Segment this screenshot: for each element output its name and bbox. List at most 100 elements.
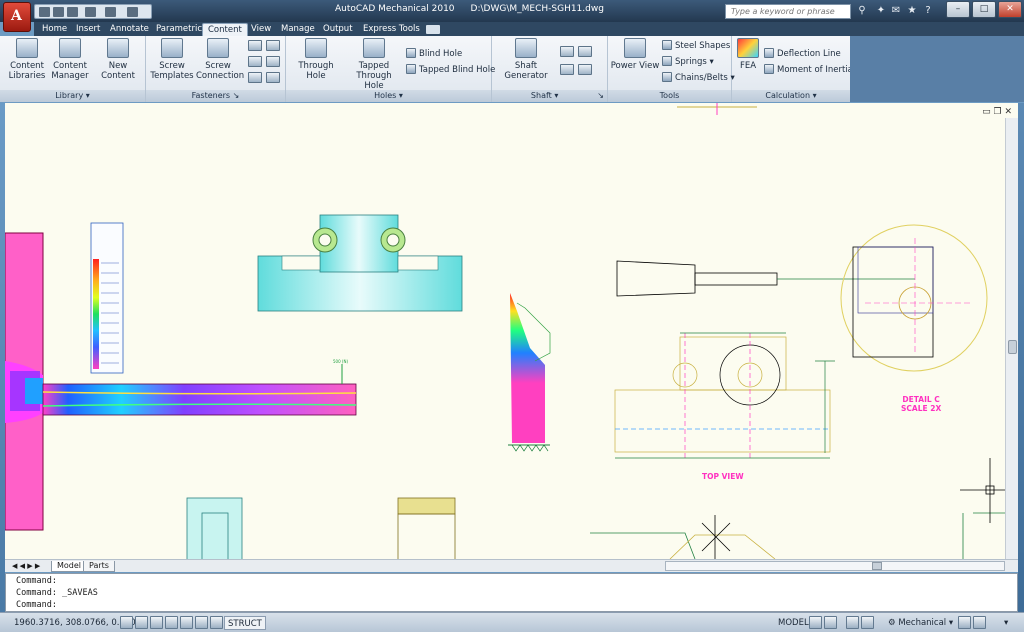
fea-button[interactable]: FEA [734,38,762,71]
content-manager-label: Content Manager [51,61,89,81]
horizontal-scroll-thumb[interactable] [872,562,882,570]
osnap-icon[interactable] [180,616,193,629]
screw-connection-button[interactable]: Screw Connection [196,38,245,81]
vertical-scroll-thumb[interactable] [1008,340,1017,354]
subscription-icon[interactable]: ✦ [875,4,887,17]
panel-title-fasteners[interactable]: Fasteners ↘ [146,90,285,102]
cyan-bracket-part [257,214,463,312]
panel-title-shaft[interactable]: Shaft ▾ ↘ [492,90,607,102]
tab-view[interactable]: View [246,23,276,36]
quick-access-toolbar[interactable] [34,4,152,19]
tab-manage[interactable]: Manage [276,23,320,36]
lineweight-icon[interactable] [210,616,223,629]
minimize-button[interactable]: – [946,1,970,18]
shaft-gear-icon[interactable] [560,46,574,57]
status-menu-arrow-icon[interactable]: ▾ [1004,616,1008,630]
grid-icon[interactable] [135,616,148,629]
nut-icon[interactable] [248,40,262,51]
viewport-close-icon[interactable]: ✕ [1004,107,1012,117]
status-bar: 1960.3716, 308.0766, 0.0000 STRUCT MODEL… [0,612,1024,632]
viewport-restore-icon[interactable]: ❐ [994,107,1002,117]
horizontal-scrollbar[interactable] [665,561,1005,571]
maximize-button[interactable]: □ [972,1,996,18]
close-button[interactable]: ✕ [998,1,1022,18]
shaft-bearing-icon[interactable] [578,46,592,57]
struct-toggle[interactable]: STRUCT [224,616,266,630]
springs-button[interactable]: Springs ▾ [662,56,714,68]
lock-icon[interactable] [958,616,971,629]
snap-icon[interactable] [120,616,133,629]
clean-screen-icon[interactable] [973,616,986,629]
otrack-icon[interactable] [195,616,208,629]
redo-icon[interactable] [105,7,116,17]
zoom-icon[interactable] [861,616,874,629]
binoculars-icon[interactable]: ⚲ [856,4,868,17]
panel-fasteners: Screw Templates Screw Connection Fastene… [146,36,286,102]
pin-icon[interactable] [266,56,280,67]
steel-shapes-label: Steel Shapes [675,41,731,51]
screw-templates-label: Screw Templates [150,61,194,81]
stud-icon[interactable] [266,72,280,83]
communication-icon[interactable]: ✉ [890,4,902,17]
washer-icon[interactable] [248,56,262,67]
calculation-title: Calculation [765,91,811,100]
command-line-window[interactable]: Command: Command: _SAVEAS Command: [5,573,1018,612]
blind-hole-button[interactable]: Blind Hole [406,48,462,60]
screw-templates-button[interactable]: Screw Templates [150,38,194,81]
tab-output[interactable]: Output [318,23,358,36]
panel-holes: Through Hole Tapped Through Hole Blind H… [286,36,495,102]
pan-icon[interactable] [846,616,859,629]
bolt-icon[interactable] [266,40,280,51]
ribbon-minimize-icon[interactable] [426,25,440,34]
search-input[interactable]: Type a keyword or phrase [725,4,851,19]
tab-insert[interactable]: Insert [71,23,105,36]
tapped-blind-hole-button[interactable]: Tapped Blind Hole [406,64,495,76]
ortho-icon[interactable] [150,616,163,629]
tab-home[interactable]: Home [37,23,72,36]
vertical-scrollbar[interactable] [1005,118,1018,559]
quick-view-drawings-icon[interactable] [824,616,837,629]
chains-belts-button[interactable]: Chains/Belts ▾ [662,72,735,84]
tab-annotate[interactable]: Annotate [105,23,154,36]
command-input[interactable]: Command: [16,599,1007,611]
open-icon[interactable] [53,7,64,17]
print-icon[interactable] [127,7,138,17]
quick-view-layouts-icon[interactable] [809,616,822,629]
content-manager-button[interactable]: Content Manager [50,38,90,81]
panel-title-calculation[interactable]: Calculation ▾ [732,90,850,102]
tab-express-tools[interactable]: Express Tools [358,23,425,36]
viewport-minimize-icon[interactable]: ▭ [982,107,991,117]
undo-icon[interactable] [85,7,96,17]
steel-shapes-button[interactable]: Steel Shapes [662,40,730,52]
favorites-star-icon[interactable]: ★ [906,4,918,17]
workspace-switcher[interactable]: ⚙ Mechanical ▾ [888,616,953,630]
model-space-toggle[interactable]: MODEL [778,616,809,630]
moment-of-inertia-button[interactable]: Moment of Inertia [764,64,853,76]
workspace-label: Mechanical [898,618,947,628]
help-icon[interactable]: ? [922,4,934,17]
save-icon[interactable] [67,7,78,17]
screw-connection-label: Screw Connection [196,61,245,81]
tab-model[interactable]: Model [51,561,88,572]
shaft-calc-icon[interactable] [560,64,574,75]
panel-title-tools[interactable]: Tools [608,90,731,102]
new-content-button[interactable]: New Content [92,38,144,81]
new-icon[interactable] [39,7,50,17]
tapped-through-hole-button[interactable]: Tapped Through Hole [346,38,402,91]
polar-icon[interactable] [165,616,178,629]
content-libraries-button[interactable]: Content Libraries [6,38,48,81]
application-menu-button[interactable]: A [3,2,31,32]
through-hole-button[interactable]: Through Hole [288,38,344,81]
rivet-icon[interactable] [248,72,262,83]
tab-parts[interactable]: Parts [83,561,115,572]
deflection-line-button[interactable]: Deflection Line [764,48,841,60]
tab-content[interactable]: Content [202,23,248,36]
shaft-ring-icon[interactable] [578,64,592,75]
tab-parametric[interactable]: Parametric [151,23,207,36]
panel-title-holes[interactable]: Holes ▾ [286,90,491,102]
power-view-button[interactable]: Power View [610,38,660,71]
panel-title-library[interactable]: Library ▾ [0,90,145,102]
layout-nav-arrows[interactable]: ◀ ◀ ▶ ▶ [7,561,51,572]
drawing-area[interactable]: ▭ ❐ ✕ 500 (N) DETAIL C SCALE 2X TOP VIEW [5,103,1018,559]
shaft-generator-button[interactable]: Shaft Generator [494,38,558,81]
